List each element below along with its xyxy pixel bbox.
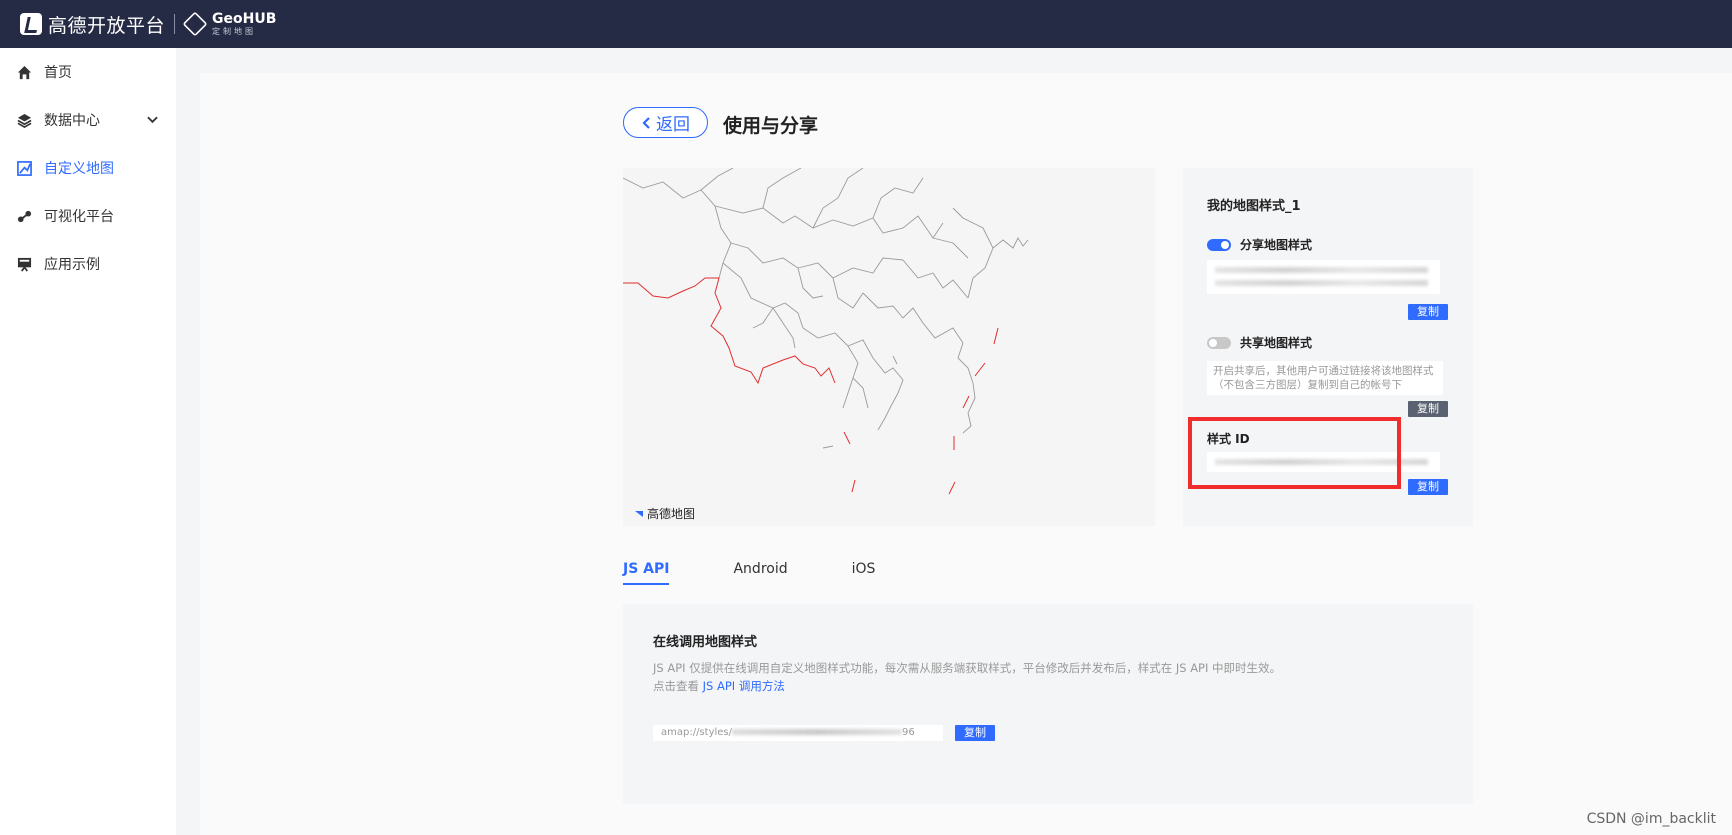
style-name: 我的地图样式_1: [1207, 199, 1301, 214]
style-url-suffix: 96: [902, 727, 915, 738]
brand-divider: [174, 14, 176, 34]
copy-style-url-button[interactable]: 复制: [955, 725, 995, 741]
back-button-label: 返回: [656, 115, 690, 135]
page-title: 使用与分享: [723, 115, 819, 137]
sidebar-item-label: 首页: [44, 65, 72, 81]
public-style-description: 开启共享后，其他用户可通过链接将该地图样式（不包含三方图层）复制到自己的帐号下: [1207, 361, 1443, 395]
brand-name[interactable]: 高德开放平台: [48, 11, 165, 38]
layers-icon: [17, 113, 32, 128]
amap-logo-text: 高德地图: [647, 507, 696, 521]
map-edit-icon: [17, 160, 32, 176]
top-bar: 高德开放平台 GeoHUB 定制地图: [0, 0, 1732, 48]
chevron-left-icon: [642, 116, 650, 129]
sidebar: 首页 数据中心 自定义地图 可视化平台 应用示例: [0, 48, 176, 835]
sidebar-item-label: 应用示例: [44, 257, 100, 273]
amap-watermark-logo: 高德地图: [627, 505, 695, 522]
sidebar-item-label: 数据中心: [44, 113, 100, 129]
amap-arrow-icon: [627, 510, 643, 517]
tab-js-api[interactable]: JS API: [623, 561, 670, 585]
api-doc-link[interactable]: JS API 调用方法: [703, 679, 785, 693]
copy-style-id-button[interactable]: 复制: [1408, 479, 1448, 495]
api-doc-line: 点击查看 JS API 调用方法: [653, 677, 1281, 695]
sidebar-item-examples[interactable]: 应用示例: [0, 240, 176, 288]
sidebar-item-data-center[interactable]: 数据中心: [0, 96, 176, 144]
style-url-field[interactable]: amap://styles/96: [653, 725, 943, 741]
api-description-text: JS API 仅提供在线调用自定义地图样式功能，每次需从服务端获取样式，平台修改…: [653, 661, 1282, 675]
blurred-link-line: [1215, 267, 1428, 273]
home-icon: [17, 65, 32, 79]
geohub-logo-icon: [182, 11, 208, 37]
copy-public-link-button[interactable]: 复制: [1408, 401, 1448, 417]
monitor-icon: [17, 257, 32, 272]
map-preview[interactable]: 高德地图: [623, 168, 1155, 526]
sidebar-item-custom-map[interactable]: 自定义地图: [0, 144, 176, 192]
csdn-watermark: CSDN @im_backlit: [1586, 811, 1716, 827]
tab-android[interactable]: Android: [733, 561, 787, 585]
geohub-brand[interactable]: GeoHUB 定制地图: [212, 12, 276, 36]
tab-ios[interactable]: iOS: [852, 561, 876, 585]
api-doc-prefix: 点击查看: [653, 679, 703, 693]
map-boundaries: [623, 168, 1029, 495]
sidebar-item-label: 可视化平台: [44, 209, 114, 225]
geohub-subtitle: 定制地图: [212, 27, 257, 36]
share-link-field[interactable]: [1207, 260, 1440, 294]
js-api-section: 在线调用地图样式 JS API 仅提供在线调用自定义地图样式功能，每次需从服务端…: [623, 604, 1473, 804]
platform-tabs: JS API Android iOS: [623, 561, 939, 585]
back-button[interactable]: 返回: [623, 107, 708, 138]
blurred-link-line: [1215, 280, 1428, 286]
chevron-down-icon[interactable]: [147, 116, 158, 124]
chart-icon: [17, 210, 32, 222]
api-description: JS API 仅提供在线调用自定义地图样式功能，每次需从服务端获取样式，平台修改…: [653, 659, 1281, 695]
sidebar-item-home[interactable]: 首页: [0, 48, 176, 96]
style-id-highlight-box: [1188, 417, 1401, 489]
geohub-title: GeoHUB: [212, 11, 277, 27]
sidebar-item-visualization[interactable]: 可视化平台: [0, 192, 176, 240]
copy-share-link-button[interactable]: 复制: [1408, 304, 1448, 320]
public-style-toggle[interactable]: [1207, 337, 1231, 349]
api-section-title: 在线调用地图样式: [653, 635, 758, 650]
share-style-toggle[interactable]: [1207, 239, 1231, 251]
blurred-style-url: [732, 729, 903, 735]
style-url-prefix: amap://styles/: [661, 727, 733, 738]
amap-logo-icon[interactable]: [20, 13, 42, 35]
public-style-label: 共享地图样式: [1240, 336, 1313, 350]
sidebar-item-label: 自定义地图: [44, 161, 114, 177]
share-style-label: 分享地图样式: [1240, 238, 1313, 252]
